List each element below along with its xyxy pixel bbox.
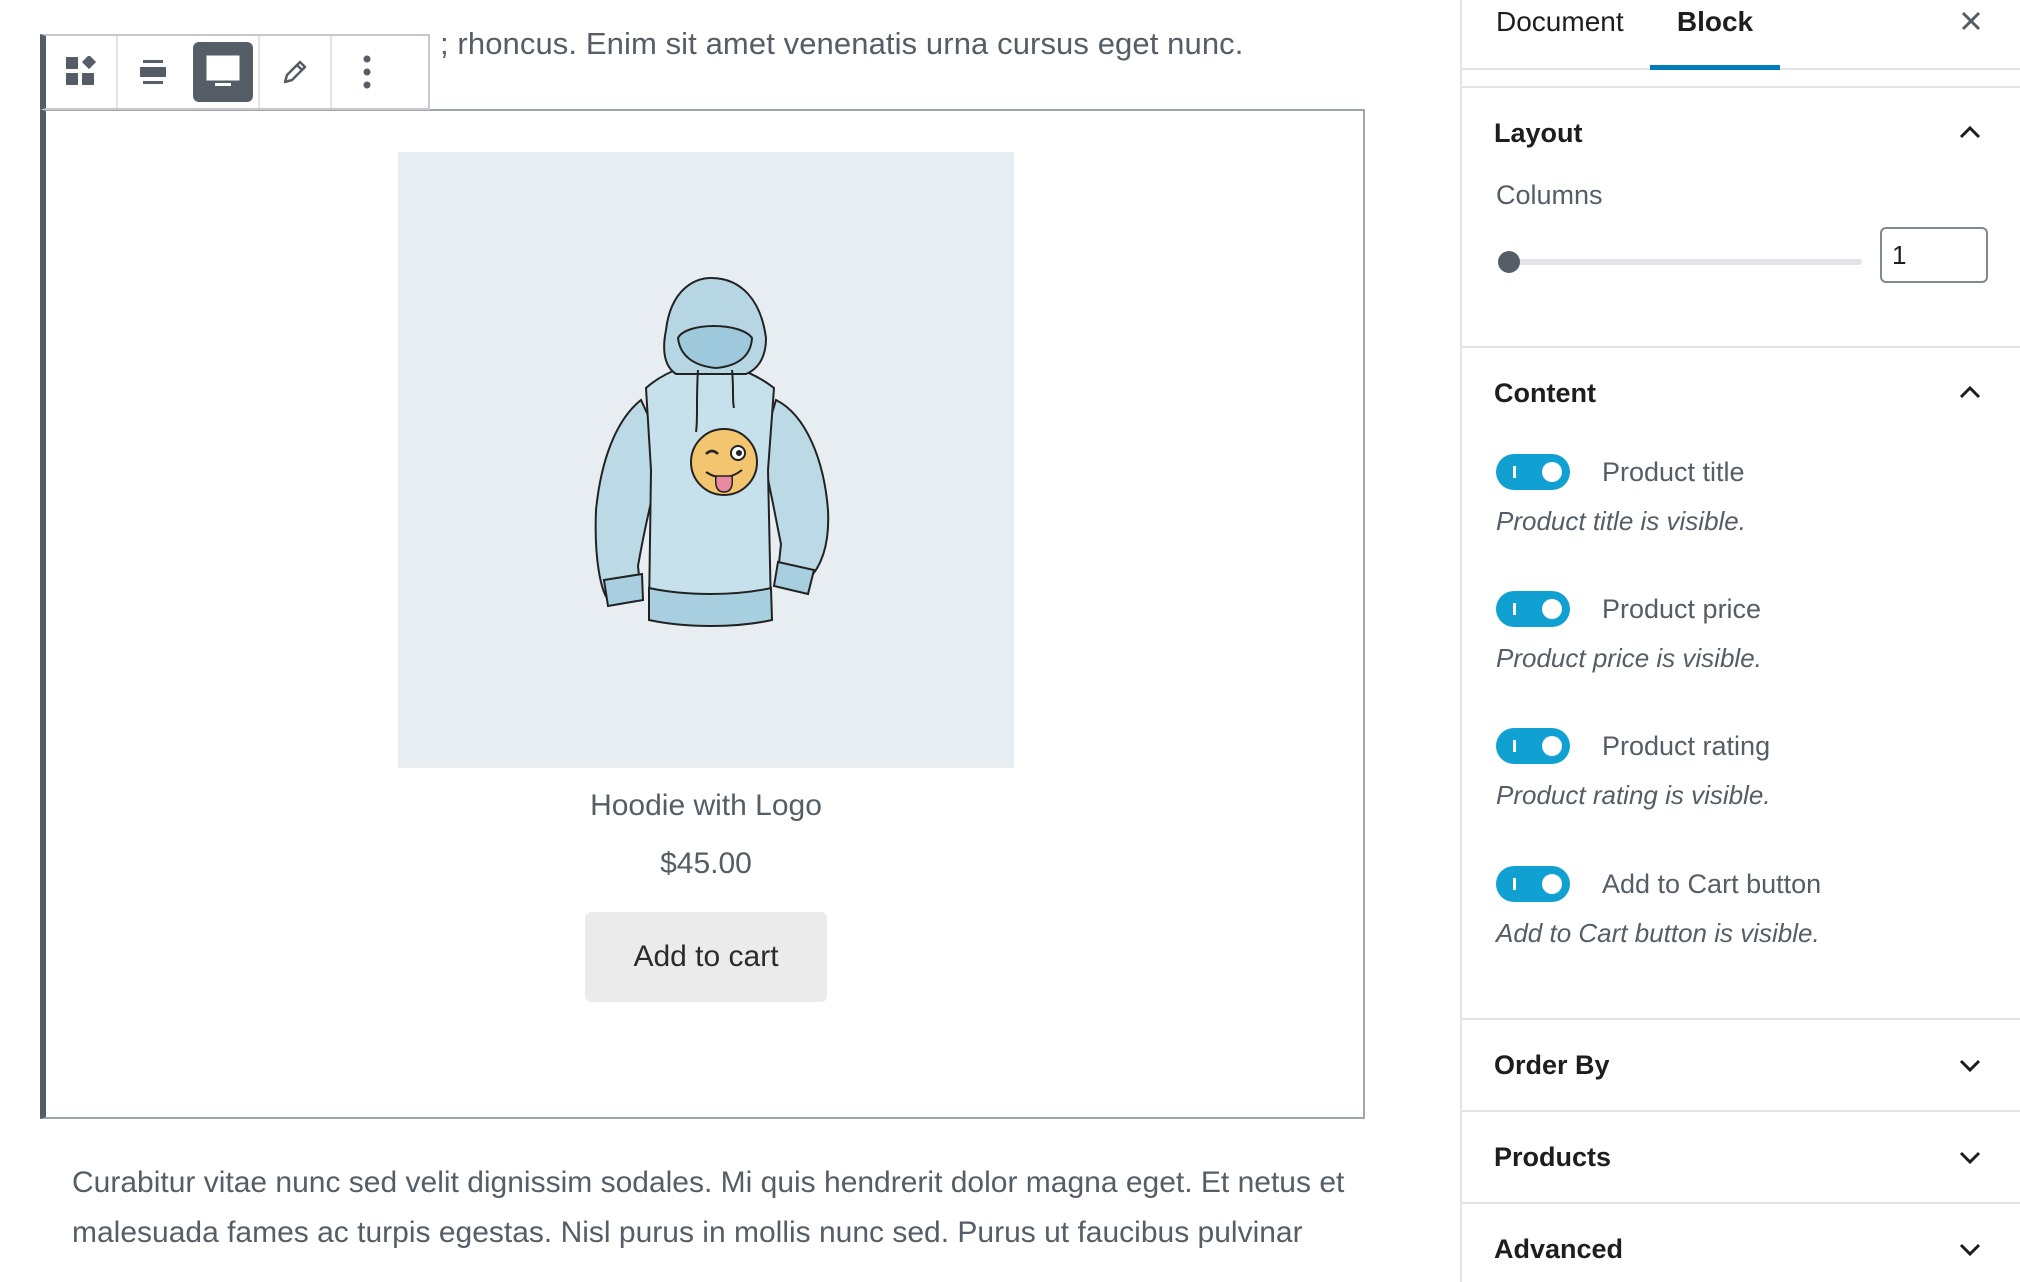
columns-number-input[interactable] (1880, 227, 1988, 283)
product-card: Hoodie with Logo $45.00 Add to cart (398, 152, 1014, 1002)
toggle-row-product-price: Product price (1496, 589, 1761, 629)
toggle-help: Product price is visible. (1496, 643, 1762, 673)
content-panel-title: Content (1494, 377, 1596, 408)
layout-panel-toggle[interactable]: Layout (1462, 88, 2020, 178)
toggle-help: Add to Cart button is visible. (1496, 918, 1820, 948)
block-toolbar (40, 34, 430, 110)
order-by-panel: Order By (1462, 1020, 2020, 1112)
columns-slider-thumb[interactable] (1498, 251, 1520, 273)
add-to-cart-button[interactable]: Add to cart (585, 912, 827, 1002)
columns-slider-track[interactable] (1498, 259, 1862, 265)
sidebar-tabs: Document Block (1462, 0, 2020, 70)
chevron-up-icon (1959, 125, 1981, 139)
content-panel: Content Product title Product title is v… (1462, 348, 2020, 1020)
paragraph-block-top[interactable]: ; rhoncus. Enim sit amet venenatis urna … (440, 26, 1244, 62)
product-image[interactable] (398, 152, 1014, 768)
toggle-label: Add to Cart button (1602, 868, 1822, 899)
advanced-panel-title: Advanced (1494, 1233, 1624, 1264)
toggle-row-add-to-cart: Add to Cart button (1496, 864, 1821, 904)
toggle-label: Product title (1602, 456, 1745, 487)
chevron-down-icon (1959, 1059, 1981, 1073)
tab-block[interactable]: Block (1650, 0, 1780, 70)
product-price: $45.00 (660, 847, 752, 880)
chevron-down-icon (1959, 1151, 1981, 1165)
advanced-panel-toggle[interactable]: Advanced (1462, 1204, 2020, 1282)
sidebar-divider (1462, 70, 2020, 88)
more-options-icon[interactable] (332, 36, 402, 108)
align-full-icon[interactable] (193, 42, 253, 102)
add-to-cart-toggle[interactable] (1496, 866, 1570, 902)
advanced-panel: Advanced (1462, 1204, 2020, 1282)
close-icon[interactable] (1956, 6, 1986, 36)
toggle-label: Product price (1602, 593, 1762, 624)
columns-label: Columns (1496, 180, 1603, 210)
product-title-toggle[interactable] (1496, 454, 1570, 490)
hoodie-illustration (594, 276, 830, 627)
toggle-row-product-title: Product title (1496, 452, 1745, 492)
products-panel-title: Products (1494, 1141, 1612, 1172)
layout-panel: Layout Columns (1462, 88, 2020, 348)
products-panel: Products (1462, 1112, 2020, 1204)
product-price-toggle[interactable] (1496, 591, 1570, 627)
settings-sidebar: Document Block Layout Columns Content Pr… (1460, 0, 2020, 1282)
chevron-up-icon (1959, 385, 1981, 399)
product-rating-toggle[interactable] (1496, 728, 1570, 764)
align-wide-icon[interactable] (118, 36, 188, 108)
toggle-label: Product rating (1602, 730, 1771, 761)
block-type-icon[interactable] (46, 36, 116, 108)
order-by-panel-toggle[interactable]: Order By (1462, 1020, 2020, 1110)
layout-panel-title: Layout (1494, 117, 1583, 148)
content-panel-toggle[interactable]: Content (1462, 348, 2020, 438)
order-by-panel-title: Order By (1494, 1049, 1610, 1080)
tab-document[interactable]: Document (1496, 0, 1624, 70)
paragraph-block-bottom[interactable]: Curabitur vitae nunc sed velit dignissim… (72, 1158, 1362, 1258)
toggle-help: Product title is visible. (1496, 506, 1746, 536)
content-panel-body: Product title Product title is visible. … (1462, 438, 2020, 1018)
layout-panel-body: Columns (1462, 178, 2020, 346)
chevron-down-icon (1959, 1243, 1981, 1257)
edit-pencil-icon[interactable] (260, 36, 330, 108)
editor-canvas: ; rhoncus. Enim sit amet venenatis urna … (0, 0, 1460, 1282)
toggle-help: Product rating is visible. (1496, 780, 1771, 810)
toggle-row-product-rating: Product rating (1496, 726, 1770, 766)
product-title[interactable]: Hoodie with Logo (398, 784, 1014, 828)
products-panel-toggle[interactable]: Products (1462, 1112, 2020, 1202)
